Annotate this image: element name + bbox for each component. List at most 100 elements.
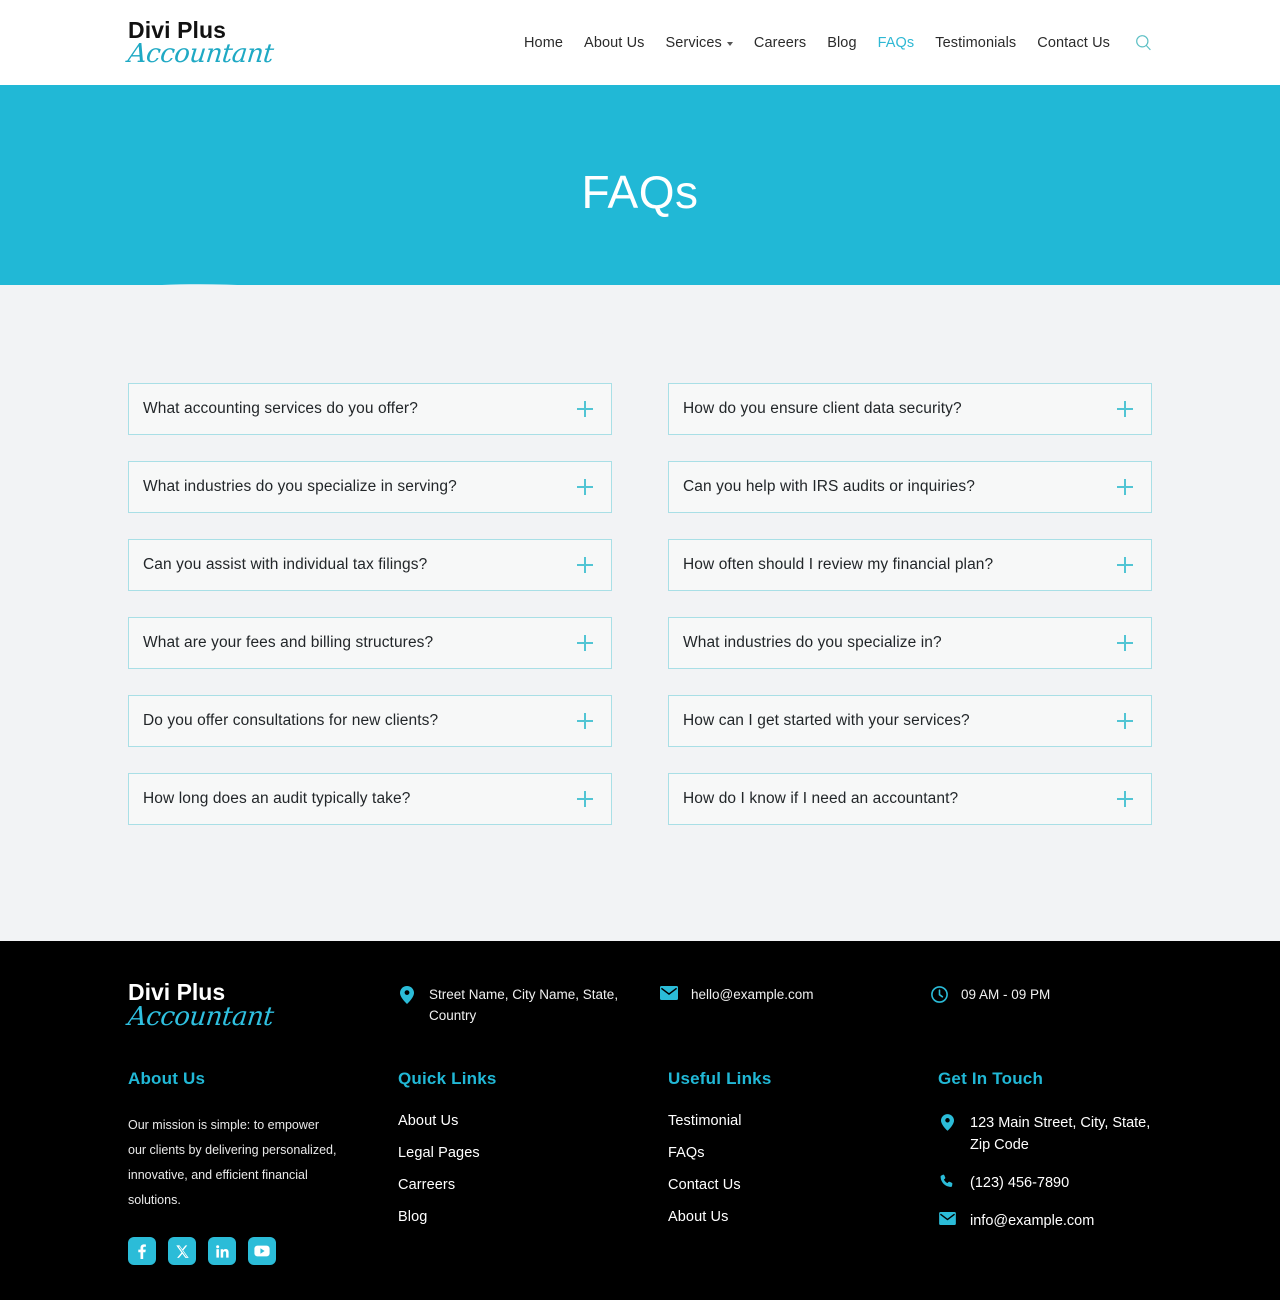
footer-link-blog[interactable]: Blog	[398, 1209, 668, 1225]
nav-item-blog[interactable]: Blog	[827, 35, 856, 51]
plus-icon[interactable]	[577, 557, 593, 573]
faq-accordion-item[interactable]: Do you offer consultations for new clien…	[128, 695, 612, 747]
location-pin-icon	[938, 1113, 956, 1132]
nav-item-faqs[interactable]: FAQs	[878, 35, 915, 51]
chevron-down-icon	[726, 41, 733, 46]
faq-accordion-item[interactable]: How do you ensure client data security?	[668, 383, 1152, 435]
faq-section: What accounting services do you offer? H…	[0, 285, 1280, 941]
footer-contact-address-text: 123 Main Street, City, State, Zip Code	[970, 1115, 1151, 1154]
faq-question: What accounting services do you offer?	[143, 399, 418, 417]
footer-contact-phone-text: (123) 456-7890	[970, 1174, 1070, 1191]
social-links	[128, 1237, 398, 1266]
plus-icon[interactable]	[1117, 791, 1133, 807]
footer-link-carreers[interactable]: Carreers	[398, 1177, 668, 1193]
footer-email-top[interactable]: hello@example.com	[660, 981, 930, 1006]
nav-item-home[interactable]: Home	[524, 35, 563, 51]
x-twitter-icon[interactable]	[168, 1237, 196, 1266]
footer-hours-text: 09 AM - 09 PM	[961, 987, 1051, 1002]
faq-question: What industries do you specialize in ser…	[143, 477, 457, 495]
footer-contact-phone[interactable]: (123) 456-7890	[938, 1173, 1152, 1195]
faq-accordion-item[interactable]: What industries do you specialize in ser…	[128, 461, 612, 513]
faq-accordion-item[interactable]: Can you help with IRS audits or inquirie…	[668, 461, 1152, 513]
wave-divider	[0, 284, 1280, 373]
footer-contact-address: 123 Main Street, City, State, Zip Code	[938, 1113, 1152, 1157]
faq-question: How can I get started with your services…	[683, 711, 970, 729]
faq-accordion-item[interactable]: What industries do you specialize in?	[668, 617, 1152, 669]
page-title: FAQs	[581, 166, 699, 218]
envelope-icon	[938, 1211, 956, 1225]
faq-accordion-item[interactable]: How long does an audit typically take?	[128, 773, 612, 825]
faq-accordion-item[interactable]: How often should I review my financial p…	[668, 539, 1152, 591]
location-pin-icon	[398, 985, 416, 1004]
footer-link-about-us-useful[interactable]: About Us	[668, 1209, 938, 1225]
footer-address-top: Street Name, City Name, State, Country	[398, 981, 660, 1027]
footer-hours-top: 09 AM - 09 PM	[930, 981, 1152, 1006]
nav-label: Home	[523, 34, 564, 51]
main-navigation: Home About Us Services Careers Blog FAQs…	[524, 34, 1152, 51]
faq-question: Can you help with IRS audits or inquirie…	[683, 477, 975, 495]
plus-icon[interactable]	[1117, 713, 1133, 729]
clock-icon	[930, 985, 948, 1003]
footer-contact-email-text: info@example.com	[970, 1212, 1095, 1229]
footer-heading-quick-links: Quick Links	[398, 1069, 497, 1089]
footer-link-about-us[interactable]: About Us	[398, 1113, 668, 1129]
nav-item-services[interactable]: Services	[666, 35, 733, 51]
faq-accordion-item[interactable]: What are your fees and billing structure…	[128, 617, 612, 669]
faq-question: What are your fees and billing structure…	[143, 633, 434, 651]
footer-heading-about: About Us	[128, 1069, 206, 1089]
nav-label: Contact Us	[1037, 34, 1110, 51]
phone-icon	[938, 1173, 956, 1188]
footer-column-get-in-touch: Get In Touch 123 Main Street, City, Stat…	[938, 1069, 1152, 1265]
footer-link-contact-us[interactable]: Contact Us	[668, 1177, 938, 1193]
plus-icon[interactable]	[1117, 479, 1133, 495]
nav-label: Testimonials	[935, 34, 1017, 51]
footer-about-text: Our mission is simple: to empower our cl…	[128, 1118, 337, 1208]
faq-question: How do I know if I need an accountant?	[683, 789, 959, 807]
site-footer: Divi Plus Accountant Street Name, City N…	[0, 941, 1280, 1300]
faq-question: How often should I review my financial p…	[683, 555, 994, 573]
plus-icon[interactable]	[577, 635, 593, 651]
nav-label: Blog	[827, 34, 857, 51]
footer-link-testimonial[interactable]: Testimonial	[668, 1113, 938, 1129]
faq-grid: What accounting services do you offer? H…	[128, 383, 1152, 825]
plus-icon[interactable]	[577, 791, 593, 807]
footer-column-quick-links: Quick Links About Us Legal Pages Carreer…	[398, 1069, 668, 1265]
site-logo[interactable]: Divi Plus Accountant	[126, 18, 275, 69]
faq-accordion-item[interactable]: What accounting services do you offer?	[128, 383, 612, 435]
footer-logo[interactable]: Divi Plus Accountant	[126, 979, 398, 1033]
nav-label: About Us	[584, 34, 645, 51]
plus-icon[interactable]	[1117, 557, 1133, 573]
plus-icon[interactable]	[577, 401, 593, 417]
nav-item-testimonials[interactable]: Testimonials	[935, 35, 1016, 51]
youtube-icon[interactable]	[248, 1237, 276, 1266]
hero-banner: FAQs	[0, 85, 1280, 373]
plus-icon[interactable]	[577, 479, 593, 495]
faq-question: What industries do you specialize in?	[683, 633, 942, 651]
footer-heading-get-in-touch: Get In Touch	[938, 1069, 1044, 1089]
footer-link-legal-pages[interactable]: Legal Pages	[398, 1145, 668, 1161]
logo-subtitle: Accountant	[126, 38, 275, 69]
search-icon[interactable]	[1135, 34, 1152, 51]
nav-item-contact-us[interactable]: Contact Us	[1037, 35, 1110, 51]
footer-contact-bar: Divi Plus Accountant Street Name, City N…	[126, 979, 1152, 1057]
footer-column-about: About Us Our mission is simple: to empow…	[128, 1069, 398, 1266]
footer-logo-title: Divi Plus	[128, 979, 226, 1005]
faq-accordion-item[interactable]: How can I get started with your services…	[668, 695, 1152, 747]
site-header: Divi Plus Accountant Home About Us Servi…	[0, 0, 1280, 85]
nav-label: Careers	[753, 34, 807, 51]
plus-icon[interactable]	[577, 713, 593, 729]
facebook-icon[interactable]	[128, 1237, 156, 1266]
footer-link-faqs[interactable]: FAQs	[668, 1145, 938, 1161]
nav-item-about-us[interactable]: About Us	[584, 35, 644, 51]
footer-column-useful-links: Useful Links Testimonial FAQs Contact Us…	[668, 1069, 938, 1265]
footer-contact-email[interactable]: info@example.com	[938, 1211, 1152, 1233]
nav-label: Services	[665, 34, 722, 51]
nav-item-careers[interactable]: Careers	[754, 35, 806, 51]
faq-question: Can you assist with individual tax filin…	[143, 555, 428, 573]
linkedin-icon[interactable]	[208, 1237, 236, 1266]
faq-accordion-item[interactable]: How do I know if I need an accountant?	[668, 773, 1152, 825]
plus-icon[interactable]	[1117, 635, 1133, 651]
faq-question: How do you ensure client data security?	[683, 399, 962, 417]
plus-icon[interactable]	[1117, 401, 1133, 417]
faq-accordion-item[interactable]: Can you assist with individual tax filin…	[128, 539, 612, 591]
